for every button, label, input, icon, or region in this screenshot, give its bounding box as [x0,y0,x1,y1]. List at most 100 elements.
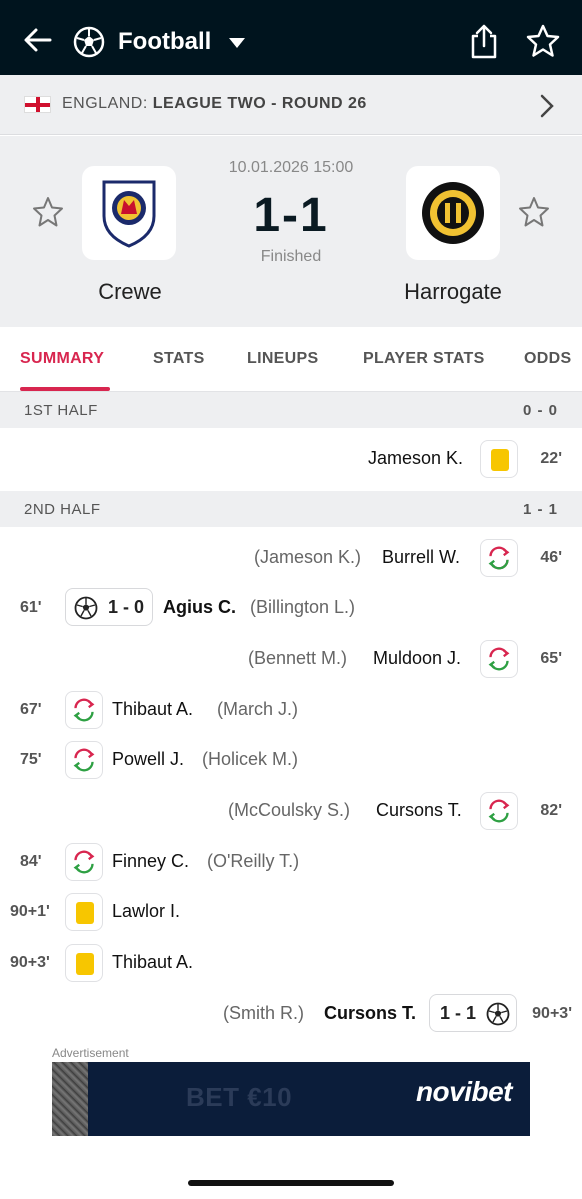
england-flag-icon [24,96,51,113]
away-favorite-star-icon[interactable] [518,196,550,228]
event-assist: (O'Reilly T.) [207,851,300,871]
event-player: Lawlor I. [112,901,181,921]
chevron-right-icon[interactable] [538,93,556,119]
advertisement-banner[interactable]: BET €10 novibet [52,1062,530,1136]
event-row[interactable]: (Smith R.) Cursons T. 1 - 1 90+3' [0,990,582,1040]
event-minute: 84' [20,853,42,870]
substitution-icon [480,792,518,830]
substitution-icon [65,691,103,729]
tab-summary[interactable]: SUMMARY [20,350,104,368]
home-team-logo[interactable] [82,166,176,260]
yellow-card-icon [480,440,518,478]
ad-label: Advertisement [52,1046,129,1060]
match-score: 1-1 [253,189,329,242]
harrogate-crest-icon [422,182,484,244]
substitution-icon [480,539,518,577]
away-team-name[interactable]: Harrogate [373,279,533,305]
event-minute: 90+3' [532,1005,572,1022]
section-score: 1 - 1 [522,501,558,518]
event-assist: (Holicek M.) [202,749,299,769]
event-row[interactable]: 75' Powell J. (Holicek M.) [0,736,582,786]
event-assist: (March J.) [217,699,298,719]
event-minute: 90+1' [10,903,50,920]
top-bar: Football [0,0,582,75]
goal-score-box: 1 - 1 [429,994,517,1032]
event-minute: 65' [540,650,562,667]
event-assist: (Billington L.) [250,597,356,617]
football-icon [73,26,105,58]
event-minute: 22' [540,450,562,467]
section-label: 1ST HALF [24,402,98,419]
section-label: 2ND HALF [24,501,101,518]
section-score: 0 - 0 [522,402,558,419]
event-assist: (McCoulsky S.) [228,800,351,820]
home-favorite-star-icon[interactable] [32,196,64,228]
event-player: Thibaut A. [112,699,194,719]
event-assist: (Bennett M.) [248,648,348,668]
goal-score: 1 - 0 [108,597,145,617]
goal-score: 1 - 1 [440,1003,477,1023]
event-player: Powell J. [112,749,185,769]
crewe-crest-icon [102,180,156,248]
event-row[interactable]: 90+1' Lawlor I. [0,888,582,938]
favorite-star-icon[interactable] [526,24,560,58]
event-player: Burrell W. [382,547,461,567]
first-half-header: 1ST HALF 0 - 0 [0,392,582,428]
league-label: ENGLAND: LEAGUE TWO - ROUND 26 [62,95,367,113]
event-minute: 61' [20,599,42,616]
event-player: Thibaut A. [112,952,194,972]
tab-stats[interactable]: STATS [153,350,205,368]
event-row[interactable]: (McCoulsky S.) Cursons T. 82' [0,787,582,837]
event-row[interactable]: 61' 1 - 0 Agius C. (Billington L.) [0,584,582,634]
ball-icon [486,1002,510,1026]
event-row[interactable]: Jameson K. 22' [0,435,582,485]
ad-text: BET €10 [186,1082,293,1112]
match-datetime: 10.01.2026 15:00 [228,159,354,176]
event-player: Cursons T. [376,800,462,820]
back-arrow-icon[interactable] [20,22,56,58]
yellow-card-icon [65,893,103,931]
event-minute: 82' [540,802,562,819]
yellow-card-icon [65,944,103,982]
event-player: Muldoon J. [373,648,462,668]
event-row[interactable]: 84' Finney C. (O'Reilly T.) [0,838,582,888]
share-icon[interactable] [468,24,500,60]
event-row[interactable]: 90+3' Thibaut A. [0,939,582,989]
league-bar[interactable]: ENGLAND: LEAGUE TWO - ROUND 26 [0,75,582,135]
league-country: ENGLAND: [62,95,148,112]
event-row[interactable]: 67' Thibaut A. (March J.) [0,686,582,736]
substitution-icon [65,843,103,881]
home-team-name[interactable]: Crewe [50,279,210,305]
active-tab-indicator [20,387,110,391]
ad-brand-logo: novibet [415,1076,513,1107]
match-header: Crewe 10.01.2026 15:00 1-1 Finished Harr… [0,136,582,327]
event-minute: 67' [20,701,42,718]
event-row[interactable]: (Bennett M.) Muldoon J. 65' [0,635,582,685]
tab-lineups[interactable]: LINEUPS [247,350,318,368]
event-row[interactable]: (Jameson K.) Burrell W. 46' [0,534,582,584]
event-player: Finney C. [112,851,190,871]
tab-bar: SUMMARY STATS LINEUPS PLAYER STATS ODDS [0,327,582,392]
ad-photo [52,1062,88,1136]
dropdown-caret-icon[interactable] [227,36,247,50]
event-minute: 46' [540,549,562,566]
home-indicator[interactable] [188,1180,394,1186]
sport-title[interactable]: Football [118,28,211,56]
event-assist: (Smith R.) [223,1003,304,1023]
second-half-header: 2ND HALF 1 - 1 [0,491,582,527]
tab-odds[interactable]: ODDS [524,350,571,368]
tab-player-stats[interactable]: PLAYER STATS [363,350,485,368]
event-assist: (Jameson K.) [254,547,362,567]
match-status: Finished [260,248,322,265]
event-player: Cursons T. [324,1003,417,1023]
substitution-icon [65,741,103,779]
goal-score-box: 1 - 0 [65,588,153,626]
substitution-icon [480,640,518,678]
event-minute: 90+3' [10,954,50,971]
ball-icon [74,596,98,620]
event-player: Jameson K. [368,448,464,468]
away-team-logo[interactable] [406,166,500,260]
event-player: Agius C. [163,597,237,617]
league-competition: LEAGUE TWO - ROUND 26 [152,95,367,112]
event-minute: 75' [20,751,42,768]
